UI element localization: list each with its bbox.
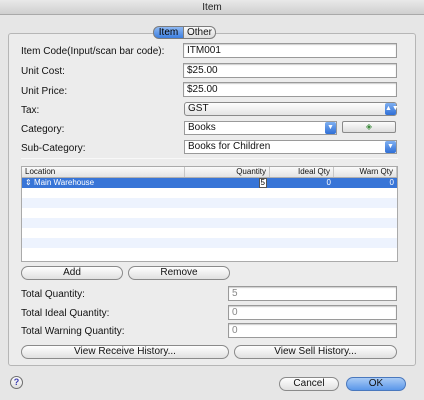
ok-button[interactable]: OK xyxy=(346,377,406,391)
updown-arrows-icon: ▲▼ xyxy=(385,103,399,115)
tax-value: GST xyxy=(188,103,209,114)
view-receive-history-button[interactable]: View Receive History... xyxy=(21,345,229,359)
subcategory-value: Books for Children xyxy=(188,141,271,152)
total-ideal-field: 0 xyxy=(228,305,397,320)
item-window: Item Item Other Item Code(Input/scan bar… xyxy=(0,0,424,400)
subcategory-label: Sub-Category: xyxy=(21,143,86,154)
expand-icon[interactable]: ⇕ xyxy=(25,178,34,187)
category-label: Category: xyxy=(21,124,65,135)
table-row[interactable]: ⇕ Main Warehouse 5 0 0 xyxy=(22,178,397,188)
subcategory-combo[interactable]: Books for Children ▼ xyxy=(184,140,397,154)
tax-label: Tax: xyxy=(21,105,40,116)
total-quantity-label: Total Quantity: xyxy=(21,289,85,300)
empty-row xyxy=(22,228,397,238)
window-title: Item xyxy=(0,0,424,15)
unit-cost-label: Unit Cost: xyxy=(21,66,65,77)
remove-button[interactable]: Remove xyxy=(128,266,230,280)
category-combo[interactable]: Books ▼ xyxy=(184,121,337,135)
total-ideal-label: Total Ideal Quantity: xyxy=(21,308,110,319)
empty-row xyxy=(22,238,397,248)
help-icon[interactable]: ? xyxy=(10,376,23,389)
cell-ideal-qty: 0 xyxy=(326,178,331,187)
divider xyxy=(21,158,398,159)
empty-row xyxy=(22,208,397,218)
cell-warn-qty: 0 xyxy=(389,178,394,187)
tag-icon: ◈ xyxy=(365,122,373,131)
chevron-down-icon[interactable]: ▼ xyxy=(385,141,396,153)
cell-quantity-editor[interactable]: 5 xyxy=(258,178,267,188)
unit-price-label: Unit Price: xyxy=(21,86,68,97)
category-picker-button[interactable]: ◈ xyxy=(342,121,396,133)
item-code-field[interactable]: ITM001 xyxy=(183,43,397,58)
chevron-down-icon[interactable]: ▼ xyxy=(325,122,336,134)
total-quantity-field: 5 xyxy=(228,286,397,301)
header-location[interactable]: Location xyxy=(22,167,185,177)
cancel-button[interactable]: Cancel xyxy=(279,377,339,391)
total-warning-label: Total Warning Quantity: xyxy=(21,326,125,337)
header-warn-qty[interactable]: Warn Qty xyxy=(334,167,397,177)
unit-cost-field[interactable]: $25.00 xyxy=(183,63,397,78)
tab-switcher: Item Other xyxy=(153,26,216,39)
total-warning-field: 0 xyxy=(228,323,397,338)
tax-select[interactable]: GST ▲▼ xyxy=(184,102,399,116)
add-button[interactable]: Add xyxy=(21,266,123,280)
header-ideal-qty[interactable]: Ideal Qty xyxy=(270,167,334,177)
empty-row xyxy=(22,198,397,208)
item-code-label: Item Code(Input/scan bar code): xyxy=(21,46,165,57)
tab-other[interactable]: Other xyxy=(184,26,216,39)
unit-price-field[interactable]: $25.00 xyxy=(183,82,397,97)
view-sell-history-button[interactable]: View Sell History... xyxy=(234,345,397,359)
empty-row xyxy=(22,248,397,258)
stock-table: Location Quantity Ideal Qty Warn Qty ⇕ M… xyxy=(21,166,398,262)
header-quantity[interactable]: Quantity xyxy=(185,167,270,177)
empty-row xyxy=(22,188,397,198)
category-value: Books xyxy=(188,122,216,133)
tab-item[interactable]: Item xyxy=(153,26,184,39)
cell-location: Main Warehouse xyxy=(33,178,95,187)
empty-row xyxy=(22,218,397,228)
table-header: Location Quantity Ideal Qty Warn Qty xyxy=(22,167,397,178)
